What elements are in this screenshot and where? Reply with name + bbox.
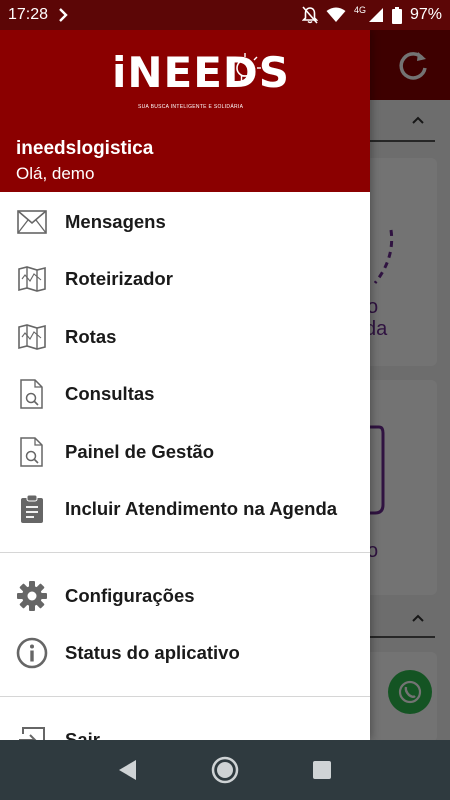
- menu-item-configuracoes[interactable]: Configurações: [0, 567, 370, 625]
- drawer-main-menu: Mensagens Roteirizador Rotas Consultas P…: [0, 192, 370, 538]
- notifications-off-icon: [301, 6, 318, 24]
- drawer-settings-menu: Configurações Status do aplicativo: [0, 567, 370, 682]
- battery-icon: [391, 6, 402, 24]
- signal-icon: [368, 7, 384, 23]
- wifi-icon: [326, 7, 346, 23]
- menu-item-incluir-atendimento[interactable]: Incluir Atendimento na Agenda: [0, 481, 370, 539]
- app-name: ineedslogistica: [16, 138, 154, 159]
- menu-item-label: Mensagens: [65, 210, 166, 232]
- menu-item-label: Sair: [65, 728, 100, 740]
- drawer-footer-menu: Sair: [0, 711, 370, 740]
- home-icon[interactable]: [205, 750, 245, 790]
- mail-icon: [16, 206, 48, 238]
- menu-item-roteirizador[interactable]: Roteirizador: [0, 251, 370, 309]
- logo-text: iNEEDS: [112, 48, 291, 97]
- system-navigation-bar: [0, 740, 450, 800]
- back-icon[interactable]: [108, 750, 148, 790]
- status-time: 17:28: [8, 6, 49, 23]
- map-icon: [16, 321, 48, 353]
- status-bar: 17:28 4G 97%: [0, 0, 450, 30]
- menu-item-label: Painel de Gestão: [65, 440, 215, 462]
- chevron-right-icon: [58, 8, 68, 22]
- navigation-drawer: iNEEDS SUA BUSCA INTELIGENTE E SOLIDÁRIA…: [0, 30, 370, 740]
- logo-tagline: SUA BUSCA INTELIGENTE E SOLIDÁRIA: [138, 104, 244, 110]
- logout-icon: [16, 724, 48, 740]
- ineeds-logo: iNEEDS SUA BUSCA INTELIGENTE E SOLIDÁRIA: [112, 48, 289, 114]
- menu-item-label: Rotas: [65, 325, 117, 347]
- menu-item-label: Incluir Atendimento na Agenda: [65, 498, 338, 520]
- battery-percentage: 97%: [409, 6, 442, 23]
- menu-divider: [0, 552, 370, 553]
- drawer-header: iNEEDS SUA BUSCA INTELIGENTE E SOLIDÁRIA…: [0, 30, 370, 192]
- menu-item-label: Consultas: [65, 383, 155, 405]
- recents-icon[interactable]: [302, 750, 342, 790]
- menu-item-consultas[interactable]: Consultas: [0, 366, 370, 424]
- map-icon: [16, 263, 48, 295]
- menu-item-label: Configurações: [65, 584, 195, 606]
- document-search-icon: [16, 378, 48, 410]
- gear-icon: [16, 580, 48, 612]
- user-greeting: Olá, demo: [16, 164, 95, 183]
- menu-item-status-do-aplicativo[interactable]: Status do aplicativo: [0, 625, 370, 683]
- menu-item-mensagens[interactable]: Mensagens: [0, 193, 370, 251]
- menu-item-label: Roteirizador: [65, 268, 173, 290]
- menu-divider: [0, 696, 370, 697]
- menu-item-label: Status do aplicativo: [65, 642, 240, 664]
- network-type: 4G: [353, 5, 366, 15]
- document-search-icon: [16, 436, 48, 468]
- menu-item-rotas[interactable]: Rotas: [0, 308, 370, 366]
- lightbulb-icon: [228, 52, 262, 97]
- clipboard-icon: [16, 493, 48, 525]
- menu-item-painel-de-gestao[interactable]: Painel de Gestão: [0, 423, 370, 481]
- info-icon: [16, 637, 48, 669]
- menu-item-sair[interactable]: Sair: [0, 711, 370, 740]
